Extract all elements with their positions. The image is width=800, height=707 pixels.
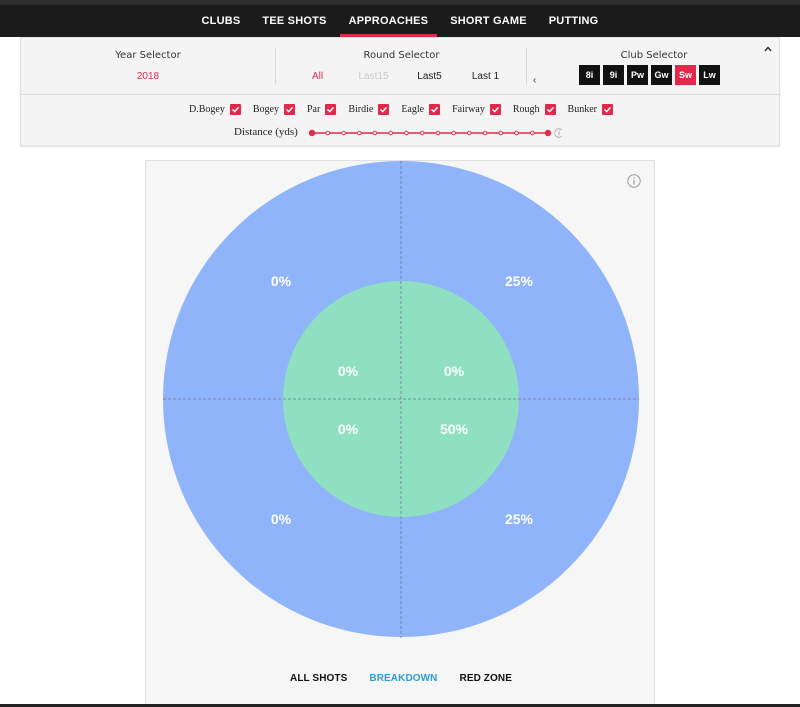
nav-tab-approaches[interactable]: APPROACHES xyxy=(338,5,440,37)
check-icon xyxy=(378,103,390,115)
checkbox-label: Par xyxy=(306,103,321,115)
checkbox-fairway[interactable]: Fairway xyxy=(452,103,501,115)
year-selector: Year Selector 2018 xyxy=(21,48,276,84)
view-tab-breakdown[interactable]: BREAKDOWN xyxy=(369,673,437,684)
inner-bottom-right-pct: 50% xyxy=(439,421,469,437)
club-selector: Club Selector ‹ 8i 9i Pw Gw Sw Lw xyxy=(527,48,781,88)
nav-tabs: CLUBS TEE SHOTS APPROACHES SHORT GAME PU… xyxy=(0,5,800,37)
view-tab-red-zone[interactable]: RED ZONE xyxy=(460,673,512,684)
round-selector-title: Round Selector xyxy=(363,50,440,61)
slider-tick xyxy=(530,130,535,136)
slider-tick xyxy=(388,130,393,136)
inner-bottom-left-pct: 0% xyxy=(337,421,359,437)
round-options: All Last15 Last5 Last 1 xyxy=(277,71,526,82)
check-icon xyxy=(489,103,501,115)
round-option-all[interactable]: All xyxy=(290,71,346,82)
check-icon xyxy=(429,103,441,115)
club-button-pw[interactable]: Pw xyxy=(627,65,648,85)
distance-row: Distance (yds) xyxy=(21,125,781,141)
checkbox-bogey[interactable]: Bogey xyxy=(252,103,295,115)
club-button-sw[interactable]: Sw xyxy=(675,65,696,85)
checkbox-label: Eagle xyxy=(401,103,425,115)
outer-bottom-right-pct: 25% xyxy=(504,511,534,527)
distance-label: Distance (yds) xyxy=(234,126,298,138)
slider-tick xyxy=(498,130,504,136)
inner-top-left-pct: 0% xyxy=(337,363,359,379)
checkbox-label: D.Bogey xyxy=(189,103,225,115)
slider-tick xyxy=(514,130,519,136)
slider-tick xyxy=(451,130,456,136)
club-button-8i[interactable]: 8i xyxy=(579,65,600,85)
target-diagram: 0% 25% 0% 25% 0% 0% 0% 50% xyxy=(163,161,639,638)
check-icon xyxy=(544,103,556,115)
checkbox-label: Bunker xyxy=(567,103,597,115)
checkbox-par[interactable]: Par xyxy=(306,103,337,115)
checkbox-label: Rough xyxy=(512,103,540,115)
checkbox-label: Fairway xyxy=(452,103,485,115)
slider-tick xyxy=(404,130,409,136)
check-icon xyxy=(601,103,613,115)
slider-tick xyxy=(341,130,346,136)
info-icon[interactable] xyxy=(554,128,562,138)
round-option-last5[interactable]: Last5 xyxy=(402,71,458,82)
slider-handle-min[interactable] xyxy=(308,129,316,137)
check-icon xyxy=(229,103,241,115)
view-tab-all-shots[interactable]: ALL SHOTS xyxy=(290,673,347,684)
chevron-left-icon[interactable]: ‹ xyxy=(533,75,536,86)
nav-tab-clubs[interactable]: CLUBS xyxy=(191,5,252,37)
checkbox-label: Bogey xyxy=(252,103,279,115)
checkbox-rough[interactable]: Rough xyxy=(512,103,556,115)
year-value[interactable]: 2018 xyxy=(21,71,275,82)
club-button-lw[interactable]: Lw xyxy=(699,65,720,85)
checkbox-bunker[interactable]: Bunker xyxy=(567,103,613,115)
shot-breakdown-card: 0% 25% 0% 25% 0% 0% 0% 50% ALL SHOTS BRE… xyxy=(145,160,655,707)
club-button-gw[interactable]: Gw xyxy=(651,65,672,85)
slider-tick xyxy=(419,130,425,136)
checkbox-dbogey[interactable]: D.Bogey xyxy=(189,103,241,115)
score-filter-row: D.Bogey Bogey Par Birdie Eagle Fairway R… xyxy=(21,100,781,118)
view-tabs: ALL SHOTS BREAKDOWN RED ZONE xyxy=(146,673,656,684)
club-selector-title: Club Selector xyxy=(620,50,688,61)
top-navbar: CLUBS TEE SHOTS APPROACHES SHORT GAME PU… xyxy=(0,0,800,37)
outer-bottom-left-pct: 0% xyxy=(270,511,292,527)
slider-tick xyxy=(325,130,330,136)
inner-top-right-pct: 0% xyxy=(443,363,465,379)
outer-top-left-pct: 0% xyxy=(270,273,292,289)
outer-top-right-pct: 25% xyxy=(504,273,534,289)
nav-tab-short-game[interactable]: SHORT GAME xyxy=(439,5,538,37)
club-buttons: 8i 9i Pw Gw Sw Lw xyxy=(579,65,720,85)
nav-tab-putting[interactable]: PUTTING xyxy=(538,5,610,37)
nav-tab-tee-shots[interactable]: TEE SHOTS xyxy=(251,5,337,37)
round-option-last15[interactable]: Last15 xyxy=(346,71,402,82)
check-icon xyxy=(325,103,337,115)
chevron-up-icon[interactable] xyxy=(763,44,773,54)
slider-tick xyxy=(356,130,362,136)
slider-tick xyxy=(372,130,378,136)
selector-row: Year Selector 2018 Round Selector All La… xyxy=(21,38,781,95)
distance-slider[interactable] xyxy=(308,125,562,141)
round-option-last1[interactable]: Last 1 xyxy=(458,71,514,82)
filter-panel: Year Selector 2018 Round Selector All La… xyxy=(20,37,781,146)
target-rings xyxy=(163,161,639,638)
slider-tick xyxy=(482,130,488,136)
club-button-9i[interactable]: 9i xyxy=(603,65,624,85)
slider-tick xyxy=(467,130,472,136)
slider-handle-max[interactable] xyxy=(544,129,552,137)
slider-tick xyxy=(435,130,441,136)
checkbox-eagle[interactable]: Eagle xyxy=(401,103,441,115)
round-selector: Round Selector All Last15 Last5 Last 1 xyxy=(277,48,527,84)
checkbox-label: Birdie xyxy=(348,103,374,115)
checkbox-birdie[interactable]: Birdie xyxy=(348,103,390,115)
year-selector-title: Year Selector xyxy=(115,50,181,61)
check-icon xyxy=(283,103,295,115)
